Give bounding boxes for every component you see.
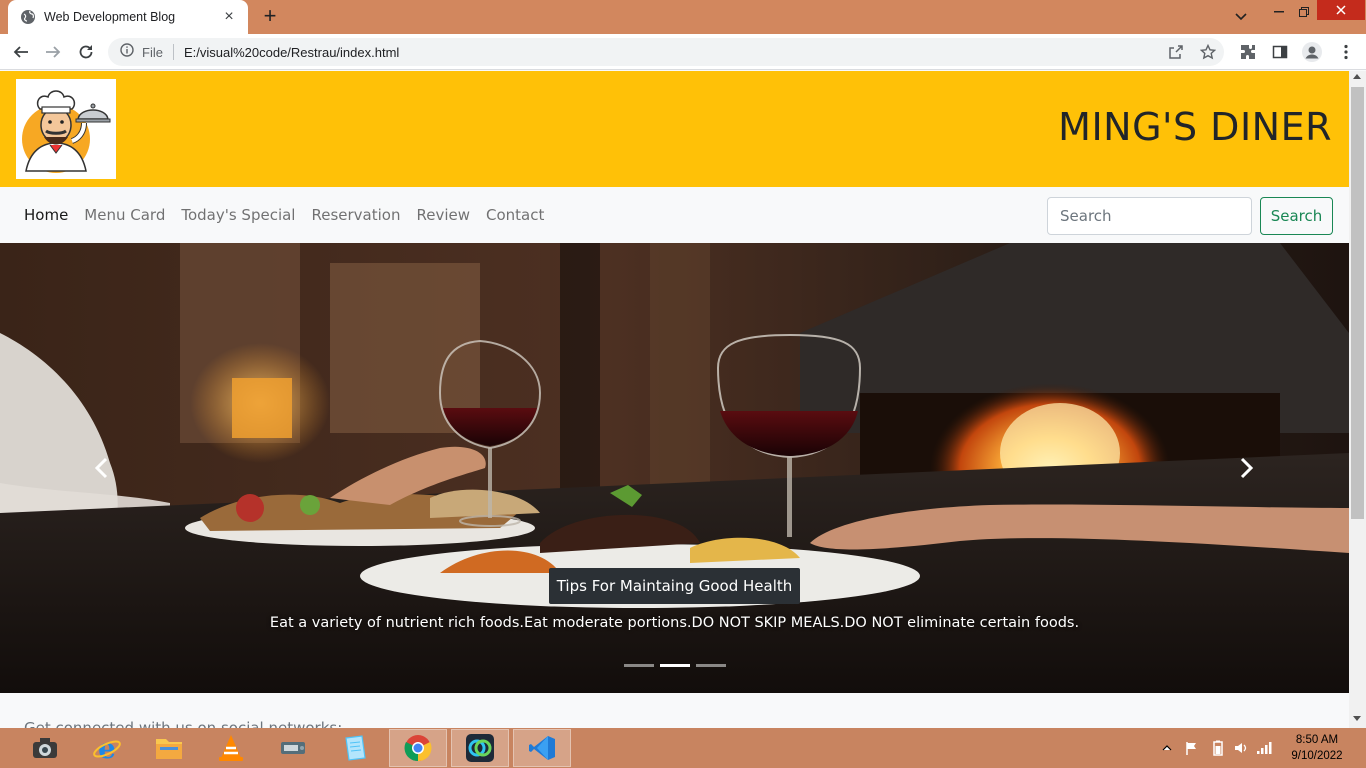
clock-date: 9/10/2022 (1291, 750, 1343, 762)
search-input[interactable] (1047, 197, 1252, 235)
chef-logo[interactable] (16, 79, 116, 179)
browser-titlebar: Web Development Blog × + (0, 0, 1366, 34)
carousel-next-chevron-icon[interactable] (1232, 453, 1262, 483)
network-signal-icon[interactable] (1256, 728, 1274, 768)
camera-icon[interactable] (16, 729, 74, 767)
search-button[interactable]: Search (1260, 197, 1333, 235)
vlc-icon[interactable] (202, 729, 260, 767)
close-icon[interactable] (1317, 0, 1365, 20)
nav-review[interactable]: Review (408, 206, 478, 224)
nav-links: Home Menu Card Today's Special Reservati… (16, 187, 552, 243)
forward-arrow-icon[interactable] (41, 40, 65, 64)
carousel-indicator-1[interactable] (624, 664, 654, 667)
windows-taskbar: e 8:50 AM 9/10/2022 (0, 728, 1366, 768)
scheme-label: File (142, 44, 163, 60)
scroll-down-arrow-icon[interactable] (1353, 716, 1361, 721)
action-center-flag-icon[interactable] (1184, 728, 1200, 768)
hero-carousel: Tips For Maintaing Good Health Eat a var… (0, 243, 1349, 693)
address-bar[interactable]: File E:/visual%20code/Restrau/index.html (108, 38, 1224, 66)
clock-time: 8:50 AM (1295, 734, 1339, 746)
site-navbar: Home Menu Card Today's Special Reservati… (0, 187, 1349, 243)
show-hidden-icons-chevron-up-icon[interactable] (1162, 728, 1172, 768)
nav-contact[interactable]: Contact (478, 206, 552, 224)
notes-icon[interactable] (326, 729, 384, 767)
browser-tab[interactable]: Web Development Blog × (8, 0, 248, 34)
scroll-up-arrow-icon[interactable] (1353, 74, 1361, 79)
taskbar-clock[interactable]: 8:50 AM 9/10/2022 (1282, 732, 1352, 764)
new-tab-button[interactable]: + (258, 5, 282, 29)
nav-reservation[interactable]: Reservation (303, 206, 408, 224)
svg-text:e: e (98, 733, 116, 763)
extensions-icon[interactable] (1236, 40, 1260, 64)
carousel-indicator-3[interactable] (696, 664, 726, 667)
carousel-indicators (624, 664, 726, 667)
device-icon[interactable] (264, 729, 322, 767)
kebab-menu-icon[interactable] (1334, 40, 1358, 64)
profile-avatar-icon[interactable] (1300, 40, 1324, 64)
nav-todays-special[interactable]: Today's Special (173, 206, 303, 224)
site-brand-title: MING'S DINER (1058, 105, 1332, 149)
page-scrollbar[interactable] (1349, 71, 1366, 728)
carousel-indicator-2[interactable] (660, 664, 690, 667)
web-page: MING'S DINER Home Menu Card Today's Spec… (0, 71, 1349, 728)
site-header: MING'S DINER (0, 71, 1349, 187)
reload-icon[interactable] (74, 40, 98, 64)
internet-explorer-icon[interactable]: e (78, 729, 136, 767)
webex-icon[interactable] (451, 729, 509, 767)
nav-menu-card[interactable]: Menu Card (76, 206, 173, 224)
restore-icon[interactable] (1292, 0, 1316, 24)
scroll-thumb[interactable] (1351, 87, 1364, 519)
info-icon[interactable] (120, 42, 134, 62)
globe-icon (20, 9, 36, 25)
chrome-icon[interactable] (389, 729, 447, 767)
carousel-prev-chevron-icon[interactable] (86, 453, 116, 483)
tab-search-chevron-down-icon[interactable] (1228, 5, 1254, 29)
vscode-icon[interactable] (513, 729, 571, 767)
side-panel-icon[interactable] (1268, 40, 1292, 64)
url-text[interactable]: E:/visual%20code/Restrau/index.html (184, 45, 399, 60)
tab-close-icon[interactable]: × (220, 9, 238, 25)
omnibox-divider (172, 44, 174, 60)
carousel-caption-text: Eat a variety of nutrient rich foods.Eat… (269, 615, 1080, 631)
browser-toolbar: File E:/visual%20code/Restrau/index.html (0, 34, 1366, 70)
carousel-caption-title: Tips For Maintaing Good Health (549, 568, 800, 604)
minimize-icon[interactable] (1266, 0, 1292, 24)
file-explorer-icon[interactable] (140, 729, 198, 767)
back-arrow-icon[interactable] (9, 40, 33, 64)
bookmark-star-icon[interactable] (1196, 40, 1220, 64)
battery-icon[interactable] (1212, 728, 1224, 768)
volume-icon[interactable] (1233, 728, 1249, 768)
nav-home[interactable]: Home (16, 206, 76, 224)
tab-title: Web Development Blog (44, 10, 176, 24)
share-icon[interactable] (1164, 40, 1188, 64)
social-connect-text: Get connected with us on social networks… (24, 719, 343, 728)
